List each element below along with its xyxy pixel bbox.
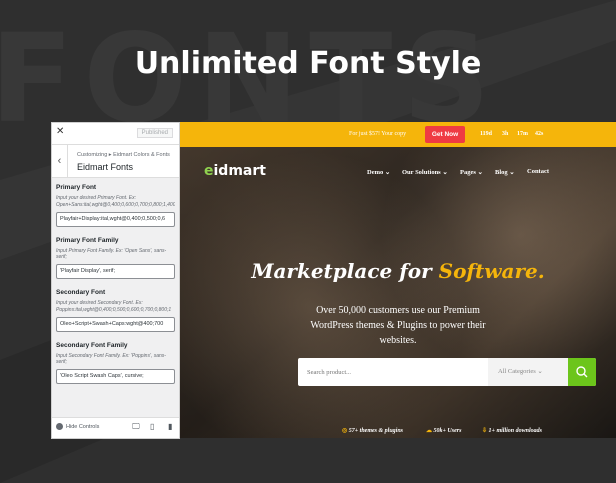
secondary-font-family-input[interactable]: 'Oleo Script Swash Caps', cursive; (56, 369, 175, 384)
headline: Unlimited Font Style (134, 46, 482, 81)
countdown-minutes: 17m (517, 131, 528, 137)
field-description: Input your desired Secondary Font. Ex: P… (56, 300, 172, 313)
field-description: Input Secondary Font Family. Ex: 'Poppin… (56, 352, 166, 366)
hero-photo (180, 147, 616, 438)
countdown-hours: 3h (502, 131, 509, 137)
hero-title: Marketplace for Software. (251, 259, 545, 283)
stat-users: ☁ 50k+ Users (426, 428, 462, 434)
secondary-font-field: Secondary Font Input your desired Second… (56, 289, 175, 332)
search-icon (576, 366, 588, 378)
collapse-icon (56, 423, 63, 430)
customizer-footer: Hide Controls 🖵 ▯ ▮ (52, 417, 179, 438)
search-bar: All Categories ⌄ (298, 358, 596, 386)
nav-demo[interactable]: Demo ⌄ (367, 168, 390, 176)
secondary-font-family-field: Secondary Font Family Input Secondary Fo… (56, 341, 175, 384)
box-icon: ◎ (342, 428, 348, 434)
nav-blog[interactable]: Blog ⌄ (495, 168, 515, 176)
mobile-icon[interactable]: ▮ (168, 422, 172, 431)
hide-controls-label: Hide Controls (66, 423, 100, 430)
field-label: Primary Font Family (56, 236, 119, 244)
primary-font-field: Primary Font Input your desired Primary … (56, 184, 175, 227)
customizer-header: ✕ Published (52, 123, 179, 145)
countdown-seconds: 42s (535, 131, 544, 137)
hero-section: eidmart Demo ⌄ Our Solutions ⌄ Pages ⌄ B… (180, 147, 616, 438)
nav-our-solutions[interactable]: Our Solutions ⌄ (402, 168, 448, 176)
promo-bar: For just $57! Your copy Get Now 119d 3h … (180, 122, 616, 147)
download-icon: ⇩ (482, 428, 488, 434)
hide-controls-button[interactable]: Hide Controls (56, 423, 99, 430)
countdown-days: 119d (480, 131, 493, 137)
primary-font-family-input[interactable]: 'Playfair Display', serif; (56, 264, 175, 279)
customizer-breadcrumb: ‹ Customizing ▸ Eidmart Colors & Fonts E… (52, 145, 179, 178)
primary-font-input[interactable]: Playfair+Display:ital,wght@0,400;0,500;0… (56, 211, 175, 227)
users-icon: ☁ (426, 428, 432, 434)
nav-pages[interactable]: Pages ⌄ (460, 168, 483, 176)
field-description: Input Primary Font Family. Ex: 'Open San… (56, 247, 167, 261)
chevron-down-icon: ⌄ (537, 368, 543, 375)
logo[interactable]: eidmart (204, 163, 266, 179)
breadcrumb: Customizing ▸ Eidmart Colors & Fonts (77, 152, 170, 158)
field-description: Input your desired Primary Font. Ex: Ope… (56, 195, 175, 208)
published-button[interactable]: Published (136, 128, 173, 138)
close-icon[interactable]: ✕ (56, 126, 64, 137)
customizer-panel: ✕ Published ‹ Customizing ▸ Eidmart Colo… (51, 122, 180, 439)
site-preview: For just $57! Your copy Get Now 119d 3h … (180, 122, 616, 438)
search-button[interactable] (568, 358, 596, 386)
search-input[interactable] (298, 358, 488, 386)
hero-subtitle: Over 50,000 customers use our Premium Wo… (310, 305, 486, 346)
desktop-icon[interactable]: 🖵 (132, 422, 140, 432)
back-arrow-icon[interactable]: ‹ (52, 145, 68, 177)
field-label: Secondary Font (56, 289, 106, 296)
promo-text: For just $57! Your copy (349, 131, 407, 137)
field-label: Primary Font (56, 184, 97, 191)
secondary-font-input[interactable]: Oleo+Script+Swash+Caps:wght@400;700 (56, 316, 175, 332)
field-label: Secondary Font Family (56, 341, 128, 349)
stat-themes: ◎ 57+ themes & plugins (342, 428, 404, 434)
primary-font-family-field: Primary Font Family Input Primary Font F… (56, 236, 175, 279)
tablet-icon[interactable]: ▯ (150, 422, 154, 431)
stat-downloads: ⇩ 1+ million downloads (482, 428, 542, 434)
nav-contact[interactable]: Contact (527, 168, 549, 175)
category-select[interactable]: All Categories ⌄ (488, 358, 568, 386)
section-title: Eidmart Fonts (77, 162, 134, 172)
get-now-button[interactable]: Get Now (425, 126, 465, 143)
